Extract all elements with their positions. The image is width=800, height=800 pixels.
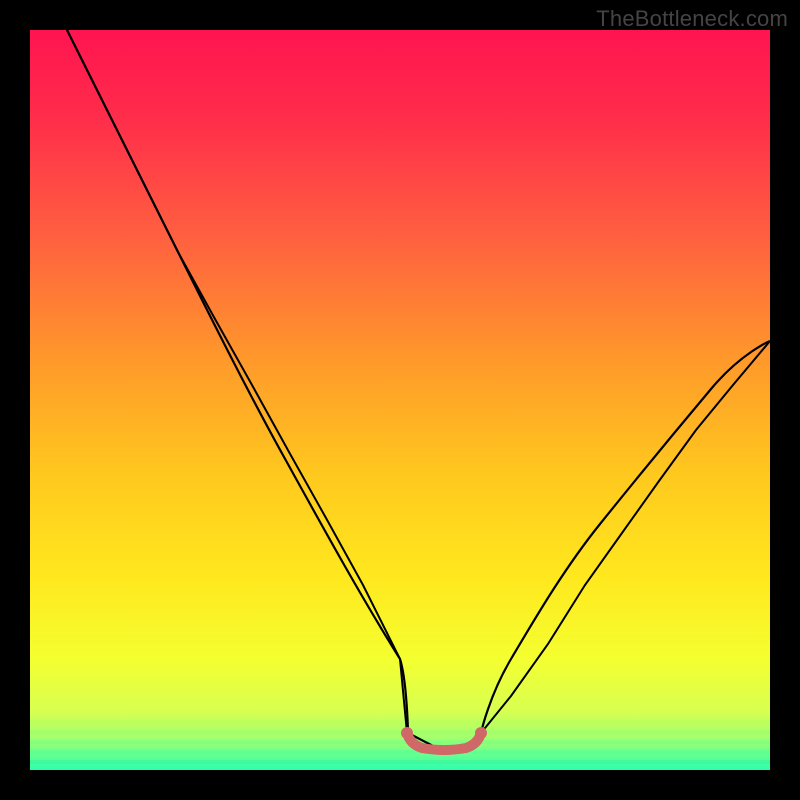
- watermark-text: TheBottleneck.com: [596, 6, 788, 32]
- chart-container: TheBottleneck.com: [0, 0, 800, 800]
- optimal-band-start-dot: [401, 727, 413, 739]
- optimal-band-end-dot: [475, 727, 487, 739]
- bottleneck-chart: [0, 0, 800, 800]
